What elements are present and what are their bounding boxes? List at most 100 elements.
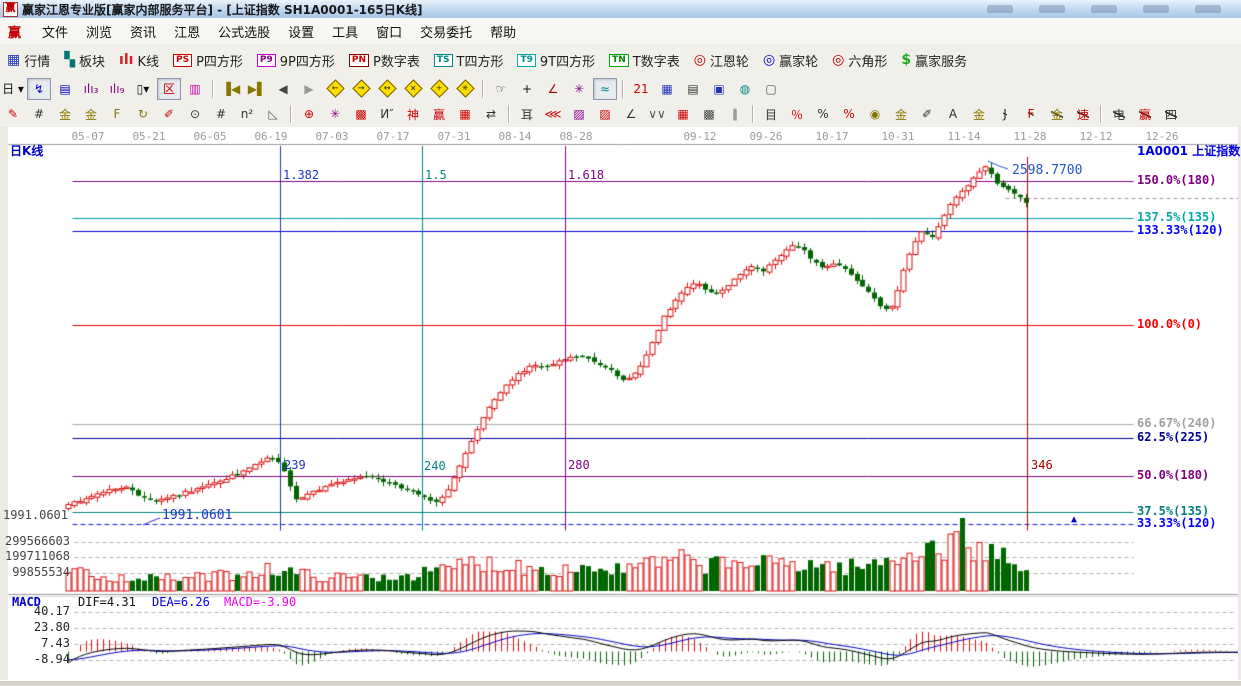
menu-item-7[interactable]: 窗口 bbox=[367, 19, 411, 44]
fan-red-tool[interactable]: ⋘ bbox=[541, 103, 565, 125]
wave-v-tool[interactable]: ∨∨ bbox=[645, 103, 669, 125]
t-square-button[interactable]: TST四方形 bbox=[427, 48, 511, 73]
zoom-left-button[interactable]: ← bbox=[323, 78, 347, 100]
j-angle-tool[interactable]: J bbox=[993, 103, 1017, 125]
spiderweb-tool[interactable]: ✳ bbox=[323, 103, 347, 125]
grid-lines-tool[interactable]: # bbox=[27, 103, 51, 125]
menu-item-4[interactable]: 公式选股 bbox=[209, 19, 279, 44]
grid-red-tool[interactable]: ▦ bbox=[671, 103, 695, 125]
calendar-button[interactable]: 21 bbox=[629, 78, 653, 100]
menu-item-5[interactable]: 设置 bbox=[279, 19, 323, 44]
save-button[interactable]: ▣ bbox=[707, 78, 731, 100]
zoom-h-button[interactable]: ↔ bbox=[375, 78, 399, 100]
p-square-button[interactable]: PSP四方形 bbox=[166, 48, 250, 73]
ying-tool[interactable]: 赢 bbox=[427, 103, 451, 125]
parallel-tool[interactable]: ∥ bbox=[723, 103, 747, 125]
zoom-full-button[interactable]: ✳ bbox=[453, 78, 477, 100]
kline-button[interactable]: ılıK线 bbox=[112, 48, 166, 73]
last-page-button[interactable]: ▶▌ bbox=[245, 78, 269, 100]
winner-wheel-button[interactable]: ◎赢家轮 bbox=[756, 48, 825, 73]
first-page-button[interactable]: ▐◀ bbox=[219, 78, 243, 100]
elec-angle-tool[interactable]: 电 bbox=[1107, 103, 1131, 125]
brush-tool[interactable]: ✐ bbox=[915, 103, 939, 125]
gold-circle-tool[interactable]: ◉ bbox=[863, 103, 887, 125]
zoom-all-button[interactable]: + bbox=[427, 78, 451, 100]
angle-tool[interactable]: ∠ bbox=[541, 78, 565, 100]
zigzag-tool[interactable]: ↯ bbox=[27, 78, 51, 100]
fan-lines-tool[interactable]: ∠ bbox=[619, 103, 643, 125]
quote-button[interactable]: ▦行情 bbox=[0, 48, 57, 73]
pen2-tool[interactable]: ✐ bbox=[157, 103, 181, 125]
t-number-table-button[interactable]: TNT数字表 bbox=[602, 48, 687, 73]
period-dropdown[interactable]: 日 ▾ bbox=[1, 78, 25, 100]
wave-tool[interactable]: ≈ bbox=[593, 78, 617, 100]
zoom-right-button[interactable]: → bbox=[349, 78, 373, 100]
gold-ratio-tool[interactable]: 金 bbox=[79, 103, 103, 125]
titlebar-item[interactable] bbox=[987, 5, 1013, 13]
grid-123-tool[interactable]: ▦ bbox=[453, 103, 477, 125]
9p-square-button[interactable]: P99P四方形 bbox=[250, 48, 342, 73]
spiral-tool[interactable]: ↻ bbox=[131, 103, 155, 125]
ma3-tool[interactable]: ılı₃ bbox=[79, 78, 103, 100]
titlebar-item[interactable] bbox=[1143, 5, 1169, 13]
percent-line-tool[interactable]: % bbox=[837, 103, 861, 125]
notes-tool[interactable]: ▤ bbox=[53, 78, 77, 100]
titlebar-item[interactable] bbox=[1039, 5, 1065, 13]
crosshair-tool[interactable]: + bbox=[515, 78, 539, 100]
grid-dark-tool[interactable]: ▩ bbox=[697, 103, 721, 125]
cycle-clock-tool[interactable]: ⊙ bbox=[183, 103, 207, 125]
menu-item-1[interactable]: 浏览 bbox=[77, 19, 121, 44]
gold-angle-tool[interactable]: 金 bbox=[1045, 103, 1069, 125]
ying-angle-tool[interactable]: 赢 bbox=[1133, 103, 1157, 125]
menu-item-3[interactable]: 江恩 bbox=[165, 19, 209, 44]
fibonacci-tool[interactable]: F bbox=[105, 103, 129, 125]
span-tool[interactable]: ⇄ bbox=[479, 103, 503, 125]
f-angle-tool[interactable]: F bbox=[1019, 103, 1043, 125]
target-tool[interactable]: ⊕ bbox=[297, 103, 321, 125]
ma9-tool[interactable]: ılı₉ bbox=[105, 78, 129, 100]
compass-pen-tool[interactable]: ✎ bbox=[1, 103, 25, 125]
menu-item-2[interactable]: 资讯 bbox=[121, 19, 165, 44]
region-tool[interactable]: 区 bbox=[157, 78, 181, 100]
a-wave-tool[interactable]: A bbox=[941, 103, 965, 125]
candle-style-dropdown[interactable]: ▯▾ bbox=[131, 78, 155, 100]
titlebar-item[interactable] bbox=[1091, 5, 1117, 13]
percent-tool[interactable]: % bbox=[811, 103, 835, 125]
hash-tool[interactable]: # bbox=[209, 103, 233, 125]
mu-tool[interactable]: 目 bbox=[759, 103, 783, 125]
prev-button[interactable]: ◀ bbox=[271, 78, 295, 100]
fan-square-tool[interactable]: ▨ bbox=[593, 103, 617, 125]
fan-purple-tool[interactable]: ▨ bbox=[567, 103, 591, 125]
er-tool[interactable]: 耳 bbox=[515, 103, 539, 125]
notepad-button[interactable]: ▤ bbox=[681, 78, 705, 100]
volume-profile-tool[interactable]: ▥ bbox=[183, 78, 207, 100]
next-button[interactable]: ▶ bbox=[297, 78, 321, 100]
hand-tool[interactable]: ☞ bbox=[489, 78, 513, 100]
percent-zone-tool[interactable]: ％ bbox=[785, 103, 809, 125]
gold-line-tool[interactable]: 金 bbox=[889, 103, 913, 125]
angle-ruler-tool[interactable]: ◺ bbox=[261, 103, 285, 125]
n2-tool[interactable]: n² bbox=[235, 103, 259, 125]
menu-item-6[interactable]: 工具 bbox=[323, 19, 367, 44]
shen-tool[interactable]: 神 bbox=[401, 103, 425, 125]
four-angle-tool[interactable]: 四 bbox=[1159, 103, 1183, 125]
gann-mark-tool[interactable]: ✳ bbox=[567, 78, 591, 100]
gold-under-tool[interactable]: 金 bbox=[967, 103, 991, 125]
k-wave-tool[interactable]: И″ bbox=[375, 103, 399, 125]
hexagon-button[interactable]: ◎六角形 bbox=[825, 48, 894, 73]
gold-split-tool[interactable]: 金 bbox=[53, 103, 77, 125]
web-grid-tool[interactable]: ▩ bbox=[349, 103, 373, 125]
menu-item-9[interactable]: 帮助 bbox=[481, 19, 525, 44]
gann-wheel-button[interactable]: ◎江恩轮 bbox=[687, 48, 756, 73]
9t-square-button[interactable]: T99T四方形 bbox=[510, 48, 602, 73]
net-mail-button[interactable]: ◍ bbox=[733, 78, 757, 100]
menu-item-8[interactable]: 交易委托 bbox=[411, 19, 481, 44]
sector-button[interactable]: ▚板块 bbox=[57, 48, 112, 73]
titlebar-item[interactable] bbox=[1195, 5, 1221, 13]
speed-angle-tool[interactable]: 速 bbox=[1071, 103, 1095, 125]
winner-service-button[interactable]: $赢家服务 bbox=[894, 48, 974, 73]
p-number-table-button[interactable]: PNP数字表 bbox=[342, 48, 427, 73]
menu-item-0[interactable]: 文件 bbox=[33, 19, 77, 44]
workstation-button[interactable]: ▢ bbox=[759, 78, 783, 100]
zoom-x-button[interactable]: × bbox=[401, 78, 425, 100]
